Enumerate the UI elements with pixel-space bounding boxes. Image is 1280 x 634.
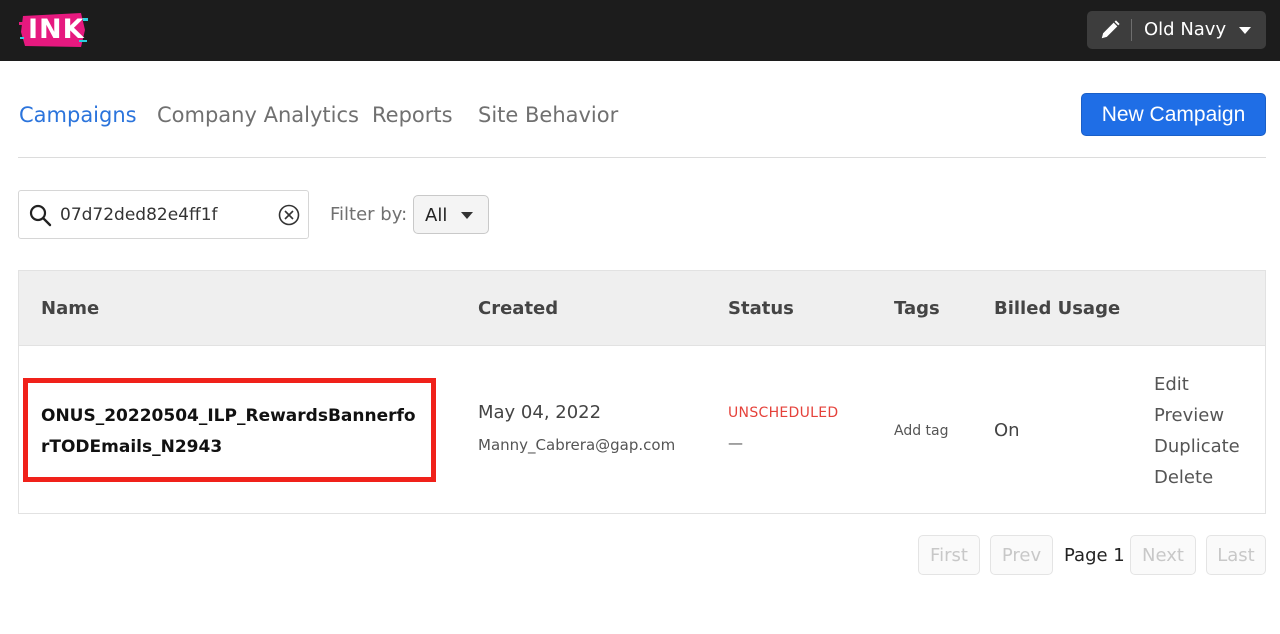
new-campaign-button[interactable]: New Campaign [1081,93,1266,136]
duplicate-link[interactable]: Duplicate [1154,436,1240,457]
tab-company-analytics[interactable]: Company Analytics [157,103,359,127]
filter-selected-value: All [425,205,448,226]
table-header: Name Created Status Tags Billed Usage [19,271,1265,346]
clear-icon[interactable] [277,203,301,227]
nav-divider [18,157,1266,158]
prev-page-button[interactable]: Prev [990,535,1053,575]
ink-logo[interactable]: INK [19,10,89,50]
table-row: ONUS_20220504_ILP_RewardsBannerforTODEma… [19,346,1265,513]
pencil-icon [1101,20,1120,39]
billed-usage-value: On [994,420,1020,441]
search-icon [29,204,52,227]
tab-reports[interactable]: Reports [372,103,453,127]
search-input[interactable] [60,202,265,228]
column-header-tags: Tags [894,298,940,319]
filter-label: Filter by: [330,204,408,225]
created-date: May 04, 2022 [478,402,602,423]
created-by: Manny_Cabrera@gap.com [478,436,676,454]
column-header-billed-usage: Billed Usage [994,298,1121,319]
top-bar: INK Old Navy [0,0,1280,61]
chevron-down-icon [461,212,473,219]
chevron-down-icon [1239,27,1251,34]
preview-link[interactable]: Preview [1154,405,1224,426]
status-detail: — [728,434,743,452]
account-name: Old Navy [1144,19,1227,40]
status-badge: UNSCHEDULED [728,405,839,421]
column-header-status[interactable]: Status [728,298,794,319]
edit-link[interactable]: Edit [1154,374,1189,395]
filter-select[interactable]: All [413,195,489,234]
first-page-button[interactable]: First [918,535,980,575]
tab-campaigns[interactable]: Campaigns [19,103,137,127]
last-page-button[interactable]: Last [1206,535,1266,575]
campaign-name-link[interactable]: ONUS_20220504_ILP_RewardsBannerforTODEma… [41,401,416,463]
campaigns-table: Name Created Status Tags Billed Usage ON… [18,270,1266,514]
tab-site-behavior[interactable]: Site Behavior [478,103,618,127]
account-switcher-button[interactable]: Old Navy [1087,11,1266,49]
page-indicator: Page 1 [1064,545,1125,566]
column-header-name[interactable]: Name [41,298,99,319]
add-tag-link[interactable]: Add tag [894,423,949,439]
delete-link[interactable]: Delete [1154,467,1213,488]
account-divider [1131,19,1132,41]
search-box [18,190,309,239]
logo-text: INK [28,14,85,45]
column-header-created[interactable]: Created [478,298,558,319]
next-page-button[interactable]: Next [1130,535,1196,575]
